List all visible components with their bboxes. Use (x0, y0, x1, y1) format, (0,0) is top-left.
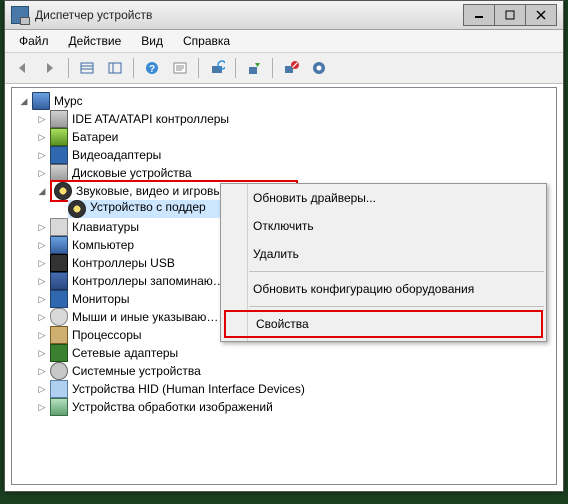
expand-icon[interactable]: ▷ (36, 347, 48, 359)
context-menu: Обновить драйверы... Отключить Удалить О… (220, 183, 547, 342)
back-button[interactable] (9, 55, 35, 81)
scan-hardware-button[interactable] (204, 55, 230, 81)
category-label: Устройства HID (Human Interface Devices) (72, 382, 305, 396)
separator (272, 58, 273, 78)
root-label: Мурс (54, 94, 83, 108)
expand-icon[interactable]: ▷ (36, 149, 48, 161)
tree-category[interactable]: ▷ Устройства обработки изображений (14, 398, 554, 416)
expand-icon[interactable]: ▷ (36, 167, 48, 179)
uninstall-button[interactable] (241, 55, 267, 81)
separator (133, 58, 134, 78)
app-icon (11, 6, 29, 24)
svg-text:?: ? (149, 64, 155, 75)
category-label: Контроллеры USB (72, 256, 175, 270)
disable-button[interactable] (278, 55, 304, 81)
close-button[interactable] (525, 4, 557, 26)
expand-icon[interactable]: ▷ (36, 365, 48, 377)
tree-category[interactable]: ▷ Видеоадаптеры (14, 146, 554, 164)
category-label: Устройства обработки изображений (72, 400, 273, 414)
category-label: IDE ATA/ATAPI контроллеры (72, 112, 229, 126)
menubar: Файл Действие Вид Справка (5, 30, 563, 53)
storage-icon (50, 272, 68, 290)
device-label: Устройство с поддер (90, 200, 206, 218)
category-label: Системные устройства (72, 364, 201, 378)
keyboard-icon (50, 218, 68, 236)
category-label: Компьютер (72, 238, 134, 252)
separator (68, 58, 69, 78)
expand-icon[interactable]: ▷ (36, 383, 48, 395)
help-button[interactable]: ? (139, 55, 165, 81)
menu-help[interactable]: Справка (173, 32, 240, 50)
expand-icon[interactable]: ▷ (36, 329, 48, 341)
collapse-icon[interactable]: ◢ (36, 185, 48, 197)
expand-icon[interactable]: ▷ (36, 239, 48, 251)
computer-icon (32, 92, 50, 110)
ctx-scan-hardware[interactable]: Обновить конфигурацию оборудования (221, 275, 546, 303)
expand-icon[interactable]: ▷ (36, 131, 48, 143)
properties-button[interactable] (167, 55, 193, 81)
battery-icon (50, 128, 68, 146)
separator (249, 271, 544, 272)
toolbar: ? (5, 53, 563, 84)
separator (235, 58, 236, 78)
category-label: Сетевые адаптеры (72, 346, 178, 360)
usb-icon (50, 254, 68, 272)
collapse-icon[interactable]: ◢ (18, 95, 30, 107)
category-label: Мыши и иные указываю… (72, 310, 218, 324)
computer-icon (50, 236, 68, 254)
separator (198, 58, 199, 78)
expand-icon[interactable]: ▷ (36, 275, 48, 287)
monitor-icon (50, 290, 68, 308)
imaging-icon (50, 398, 68, 416)
tree-category[interactable]: ▷ Системные устройства (14, 362, 554, 380)
sound-icon (68, 200, 86, 218)
category-label: Дисковые устройства (72, 166, 192, 180)
expand-icon[interactable]: ▷ (36, 293, 48, 305)
category-label: Клавиатуры (72, 220, 139, 234)
menu-action[interactable]: Действие (59, 32, 132, 50)
display-icon (50, 146, 68, 164)
drive-icon (50, 110, 68, 128)
network-icon (50, 344, 68, 362)
forward-button[interactable] (37, 55, 63, 81)
tree-category[interactable]: ▷ Устройства HID (Human Interface Device… (14, 380, 554, 398)
category-label: Мониторы (72, 292, 129, 306)
tree-root[interactable]: ◢ Мурс (14, 92, 554, 110)
tree-category[interactable]: ▷ Сетевые адаптеры (14, 344, 554, 362)
cpu-icon (50, 326, 68, 344)
ctx-update-drivers[interactable]: Обновить драйверы... (221, 184, 546, 212)
expand-icon[interactable]: ▷ (36, 311, 48, 323)
tree-category[interactable]: ▷ Батареи (14, 128, 554, 146)
minimize-button[interactable] (463, 4, 495, 26)
maximize-button[interactable] (494, 4, 526, 26)
titlebar[interactable]: Диспетчер устройств (5, 1, 563, 30)
window-title: Диспетчер устройств (35, 8, 464, 22)
expand-icon[interactable]: ▷ (36, 257, 48, 269)
list-view-button[interactable] (102, 55, 128, 81)
separator (249, 306, 544, 307)
hid-icon (50, 380, 68, 398)
system-icon (50, 362, 68, 380)
ctx-properties[interactable]: Свойства (224, 310, 543, 338)
expand-icon[interactable]: ▷ (36, 113, 48, 125)
ctx-uninstall[interactable]: Удалить (221, 240, 546, 268)
menu-file[interactable]: Файл (9, 32, 59, 50)
expand-icon[interactable]: ▷ (36, 221, 48, 233)
category-label: Контроллеры запоминаю… (72, 274, 225, 288)
tree-category[interactable]: ▷ IDE ATA/ATAPI контроллеры (14, 110, 554, 128)
category-label: Батареи (72, 130, 118, 144)
device-manager-window: Диспетчер устройств Файл Действие Вид Сп… (4, 0, 564, 492)
category-label: Процессоры (72, 328, 142, 342)
expand-icon[interactable]: ▷ (36, 401, 48, 413)
ctx-disable[interactable]: Отключить (221, 212, 546, 240)
detail-view-button[interactable] (74, 55, 100, 81)
category-label: Видеоадаптеры (72, 148, 161, 162)
mouse-icon (50, 308, 68, 326)
update-driver-button[interactable] (306, 55, 332, 81)
menu-view[interactable]: Вид (131, 32, 173, 50)
sound-icon (54, 182, 72, 200)
